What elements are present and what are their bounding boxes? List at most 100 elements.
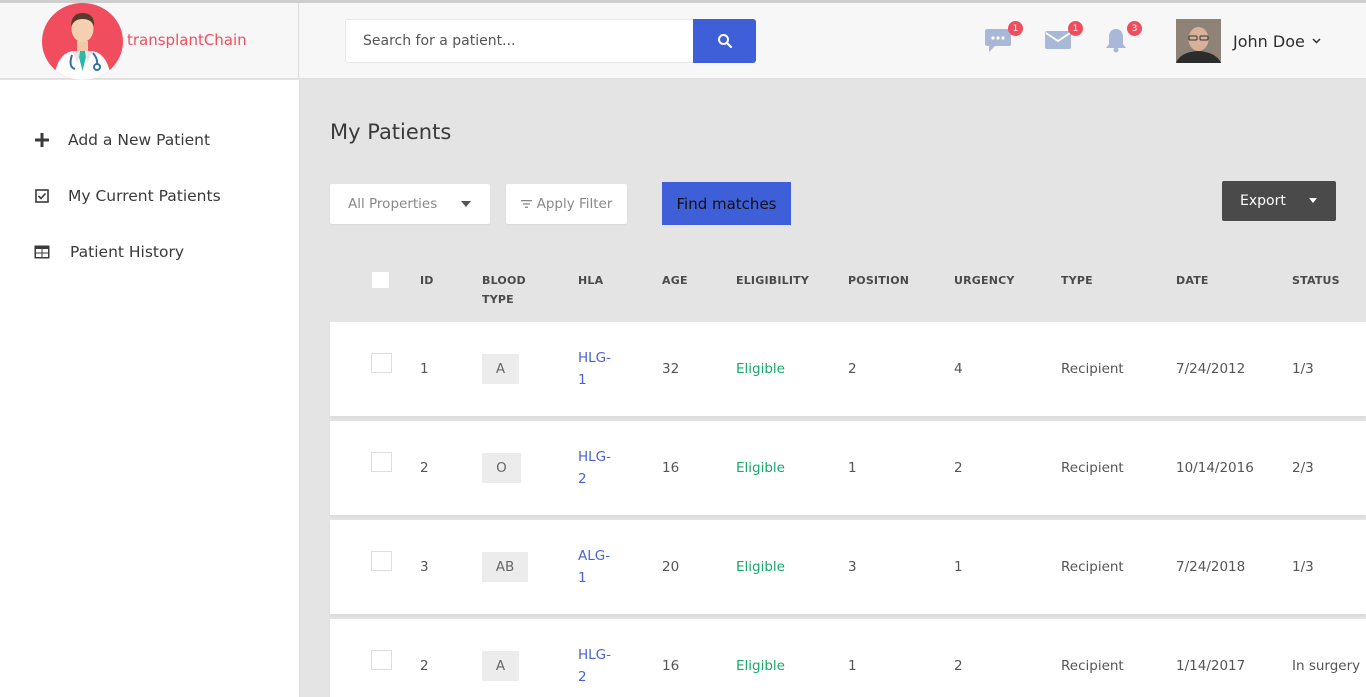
cell-position: 1 [848,658,857,674]
cell-age: 16 [662,658,680,674]
cell-urgency: 2 [954,460,963,476]
search-icon [717,34,732,49]
cell-position: 3 [848,559,857,575]
cell-status: In surgery [1292,658,1361,674]
table-row[interactable]: 2 O HLG- 2 16 Eligible 1 2 Recipient 10/… [330,421,1366,515]
cell-hla-link[interactable]: ALG- 1 [578,545,610,589]
cell-hla-line1: HLG- [578,350,612,366]
sidebar-item-add-patient[interactable]: Add a New Patient [34,128,210,152]
cell-type: Recipient [1061,658,1124,674]
app-header: transplantChain 1 1 3 [0,3,1366,80]
cell-date: 7/24/2012 [1176,361,1246,377]
sidebar-item-label: My Current Patients [68,187,221,205]
export-label: Export [1240,193,1286,209]
brand-area[interactable]: transplantChain [0,3,299,80]
cell-eligibility: Eligible [736,460,785,476]
properties-select[interactable]: All Properties [330,184,490,224]
user-name[interactable]: John Doe [1233,32,1305,51]
row-checkbox[interactable] [371,353,392,373]
cell-id: 2 [420,658,429,674]
cell-age: 20 [662,559,680,575]
cell-hla-line1: HLG- [578,449,612,465]
page-title: My Patients [330,120,452,144]
chevron-down-icon[interactable] [1312,36,1321,47]
col-header-type[interactable]: TYPE [1061,271,1093,290]
col-header-position[interactable]: POSITION [848,271,909,290]
col-header-blood-line2: TYPE [482,293,514,306]
export-button[interactable]: Export [1222,181,1336,221]
caret-down-icon [461,201,471,207]
sidebar-item-label: Add a New Patient [68,131,211,149]
mail-button[interactable]: 1 [1044,21,1083,55]
find-matches-button[interactable]: Find matches [662,182,791,225]
cell-urgency: 1 [954,559,963,575]
table-row[interactable]: 2 A HLG- 2 16 Eligible 1 2 Recipient 1/1… [330,619,1366,697]
col-header-urgency[interactable]: URGENCY [954,271,1015,290]
cell-hla-link[interactable]: HLG- 2 [578,644,611,688]
row-checkbox[interactable] [371,452,392,472]
cell-eligibility: Eligible [736,361,785,377]
col-header-date[interactable]: DATE [1176,271,1209,290]
col-header-blood-line1: BLOOD [482,274,526,287]
cell-status: 1/3 [1292,361,1314,377]
cell-position: 2 [848,361,857,377]
cell-id: 1 [420,361,429,377]
col-header-blood-type[interactable]: BLOOD TYPE [482,271,526,309]
cell-type: Recipient [1061,460,1124,476]
cell-id: 2 [420,460,429,476]
cell-hla-line1: ALG- [578,548,611,564]
cell-age: 32 [662,361,680,377]
row-checkbox[interactable] [371,650,392,670]
cell-hla-line1: HLG- [578,647,612,663]
apply-filter-button[interactable]: Apply Filter [506,184,627,224]
col-header-status[interactable]: STATUS [1292,271,1340,290]
select-all-checkbox[interactable] [371,271,390,289]
plus-icon [34,132,50,148]
col-header-age[interactable]: AGE [662,271,688,290]
cell-date: 7/24/2018 [1176,559,1246,575]
cell-urgency: 4 [954,361,963,377]
sidebar: Add a New Patient My Current Patients Pa… [0,80,300,697]
table-row[interactable]: 1 A HLG- 1 32 Eligible 2 4 Recipient 7/2… [330,322,1366,416]
cell-date: 1/14/2017 [1176,658,1246,674]
cell-status: 1/3 [1292,559,1314,575]
alerts-count-badge: 3 [1127,21,1142,36]
cell-age: 16 [662,460,680,476]
mail-count-badge: 1 [1068,21,1083,36]
sidebar-item-current-patients[interactable]: My Current Patients [34,184,221,208]
col-header-id[interactable]: ID [420,271,434,290]
patient-search-input[interactable] [345,19,693,63]
sidebar-item-patient-history[interactable]: Patient History [34,240,184,264]
sidebar-item-label: Patient History [70,243,185,261]
caret-down-icon[interactable] [1309,198,1317,203]
cell-date: 10/14/2016 [1176,460,1254,476]
bell-icon [1106,29,1126,53]
cell-hla-line2: 2 [578,471,587,487]
col-header-eligibility[interactable]: ELIGIBILITY [736,271,809,290]
cell-eligibility: Eligible [736,658,785,674]
checkbox-icon [34,188,50,204]
messages-button[interactable]: 1 [984,21,1023,55]
properties-select-value: All Properties [348,196,438,212]
cell-status: 2/3 [1292,460,1314,476]
apply-filter-label: Apply Filter [536,196,613,212]
cell-position: 1 [848,460,857,476]
alerts-button[interactable]: 3 [1103,21,1142,55]
doctor-logo-icon [42,3,123,80]
search-button[interactable] [693,19,756,63]
cell-hla-link[interactable]: HLG- 1 [578,347,611,391]
table-row[interactable]: 3 AB ALG- 1 20 Eligible 3 1 Recipient 7/… [330,520,1366,614]
cell-blood-type: AB [482,552,528,582]
cell-blood-type: A [482,354,519,384]
col-header-hla[interactable]: HLA [578,271,603,290]
cell-id: 3 [420,559,429,575]
row-checkbox[interactable] [371,551,392,571]
cell-urgency: 2 [954,658,963,674]
filter-icon [520,200,532,208]
user-avatar[interactable] [1176,19,1221,63]
cell-blood-type: O [482,453,521,483]
cell-hla-line2: 1 [578,570,587,586]
cell-hla-link[interactable]: HLG- 2 [578,446,611,490]
cell-blood-type: A [482,651,519,681]
messages-count-badge: 1 [1008,21,1023,36]
